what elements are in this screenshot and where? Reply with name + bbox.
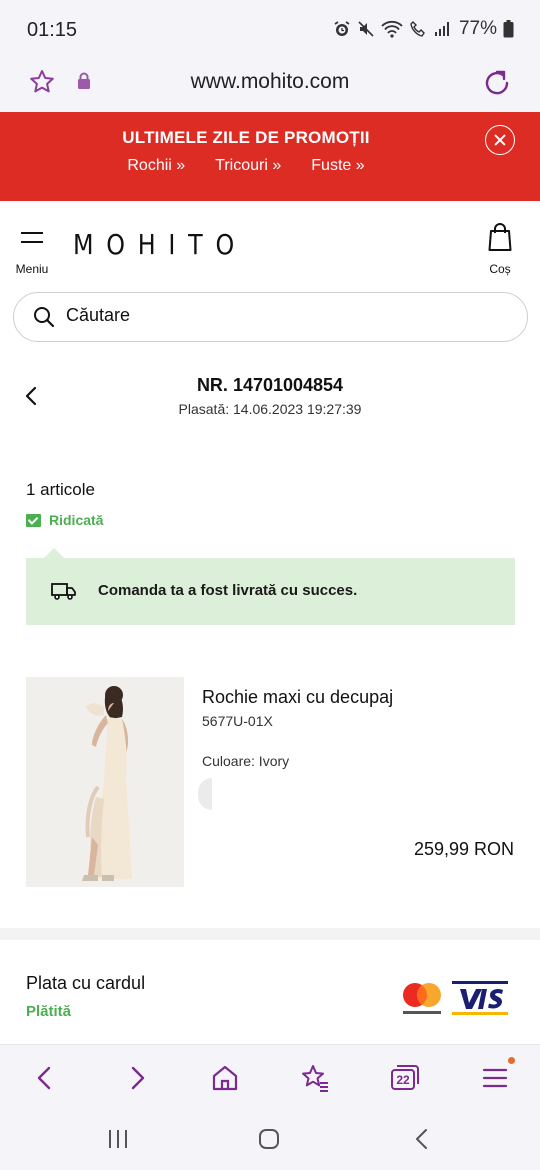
status-time: 01:15: [27, 19, 78, 41]
item-count: 1 articole: [26, 480, 95, 499]
browser-bookmarks-icon[interactable]: [298, 1061, 332, 1095]
visa-logo-icon: [452, 981, 508, 1015]
menu-label: Meniu: [15, 262, 49, 276]
color-swatch: [198, 778, 212, 810]
tabs-count: 22: [396, 1073, 410, 1087]
browser-back-icon[interactable]: [28, 1061, 62, 1095]
browser-url-bar: www.mohito.com: [0, 60, 540, 112]
promo-close-button[interactable]: [485, 125, 515, 155]
browser-forward-icon[interactable]: [120, 1061, 154, 1095]
order-number: NR. 14701004854: [196, 375, 344, 395]
order-status: Ridicată: [26, 512, 103, 528]
section-divider: [0, 928, 540, 940]
truck-icon: [51, 583, 76, 600]
product-image[interactable]: [26, 677, 184, 887]
system-navigation-bar: [0, 1110, 540, 1170]
order-placed-date: Plasată: 14.06.2023 19:27:39: [178, 401, 362, 417]
product-sku: 5677U-01X: [202, 713, 273, 729]
system-back-icon[interactable]: [410, 1127, 434, 1151]
battery-percent: 77%: [458, 18, 497, 39]
search-input[interactable]: [66, 305, 486, 326]
recent-apps-icon[interactable]: [106, 1127, 132, 1151]
cart-label: Coș: [489, 262, 511, 276]
promo-title: ULTIMELE ZILE DE PROMOȚII: [122, 128, 370, 147]
payment-status: Plătită: [26, 1003, 72, 1020]
browser-menu-icon[interactable]: [478, 1061, 512, 1095]
promo-links: Rochii » Tricouri » Fuste »: [0, 157, 492, 175]
payment-method: Plata cu cardul: [26, 973, 146, 993]
promo-link-dresses[interactable]: Rochii »: [127, 157, 185, 175]
product-price: 259,99 RON: [413, 839, 514, 859]
search-bar[interactable]: [13, 292, 528, 342]
shopping-bag-icon: [488, 223, 512, 251]
menu-button[interactable]: Meniu: [12, 228, 52, 278]
cart-button[interactable]: Coș: [480, 222, 520, 280]
search-icon: [34, 307, 55, 328]
check-icon: [26, 513, 41, 527]
notification-dot: [508, 1057, 515, 1064]
promo-link-skirts[interactable]: Fuste »: [311, 157, 364, 175]
battery-icon: [503, 20, 514, 38]
url-text[interactable]: www.mohito.com: [0, 70, 540, 94]
reload-icon[interactable]: [482, 68, 512, 98]
mute-icon: [358, 21, 374, 37]
mastercard-logo-icon: [403, 983, 441, 1014]
alarm-icon: [334, 21, 350, 36]
status-icons: 77%: [333, 18, 514, 40]
hamburger-icon: [21, 232, 43, 250]
order-status-label: Ridicată: [49, 512, 104, 528]
home-icon[interactable]: [257, 1127, 281, 1151]
product-name[interactable]: Rochie maxi cu decupaj: [202, 687, 393, 708]
browser-tabs-button[interactable]: 22: [388, 1061, 422, 1095]
status-bar: 01:15 77%: [0, 0, 540, 60]
browser-home-icon[interactable]: [208, 1061, 242, 1095]
promo-link-tshirts[interactable]: Tricouri »: [215, 157, 281, 175]
brand-logo[interactable]: MOHITO: [73, 228, 247, 261]
product-color: Culoare: Ivory: [202, 753, 290, 769]
delivery-message: Comanda ta a fost livrată cu succes.: [98, 582, 358, 599]
delivery-notice: Comanda ta a fost livrată cu succes.: [26, 548, 515, 625]
signal-icon: [434, 22, 449, 36]
wifi-icon: [381, 20, 403, 38]
promo-banner: ULTIMELE ZILE DE PROMOȚII Rochii » Trico…: [0, 112, 540, 201]
browser-toolbar: 22: [0, 1044, 540, 1110]
call-icon: [410, 21, 425, 37]
